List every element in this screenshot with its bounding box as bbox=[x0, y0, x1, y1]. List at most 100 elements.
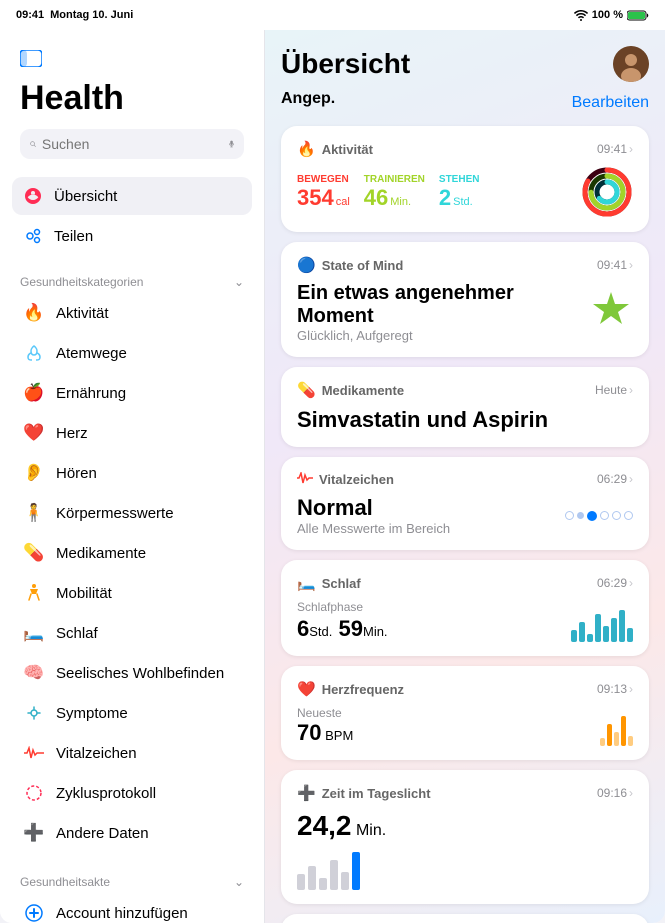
category-label-vitalzeichen: Vitalzeichen bbox=[56, 745, 137, 762]
med-title-row: 💊 Medikamente bbox=[297, 381, 404, 399]
categories-header-label: Gesundheitskategorien bbox=[20, 275, 143, 289]
schlaf-card[interactable]: 🛏️ Schlaf 06:29 › Schlafphase 6Std. 59Mi… bbox=[281, 560, 649, 656]
category-item-ernaehrung[interactable]: 🍎 Ernährung bbox=[12, 373, 252, 413]
aktivitaet-icon: 🔥 bbox=[22, 301, 46, 325]
activity-rings bbox=[581, 166, 633, 218]
teilen-icon bbox=[22, 225, 44, 247]
category-label-symptome: Symptome bbox=[56, 705, 128, 722]
bewegen-value: 354cal bbox=[297, 185, 350, 211]
category-label-zyklusprotokoll: Zyklusprotokoll bbox=[56, 785, 156, 802]
medikamente-card[interactable]: 💊 Medikamente Heute › Simvastatin und As… bbox=[281, 367, 649, 447]
schlaf-bar-1 bbox=[571, 630, 577, 642]
status-bar: 09:41 Montag 10. Juni 100 % bbox=[0, 0, 665, 30]
stehen-stat: Stehen 2Std. bbox=[439, 174, 480, 211]
schlaf-time: 06:29 › bbox=[597, 576, 633, 590]
zeit-chevron-icon: › bbox=[629, 786, 633, 800]
battery-icon bbox=[627, 10, 649, 21]
aktivitaet-card-title: Aktivität bbox=[322, 142, 373, 157]
microphone-icon[interactable] bbox=[229, 136, 234, 152]
herzfrequenz-card[interactable]: ❤️ Herzfrequenz 09:13 › Neueste 70 BPM bbox=[281, 666, 649, 760]
zeit-card[interactable]: ➕ Zeit im Tageslicht 09:16 › 24,2 Min. bbox=[281, 770, 649, 904]
hz-bar-4 bbox=[621, 716, 626, 746]
main-header: Übersicht bbox=[281, 46, 649, 82]
sidebar-item-teilen-label: Teilen bbox=[54, 228, 93, 245]
med-card-header: 💊 Medikamente Heute › bbox=[297, 381, 633, 399]
category-item-schlaf[interactable]: 🛏️ Schlaf bbox=[12, 613, 252, 653]
category-label-hoeren: Hören bbox=[56, 465, 97, 482]
search-input[interactable] bbox=[42, 136, 223, 152]
category-item-seelisches[interactable]: 🧠 Seelisches Wohlbefinden bbox=[12, 653, 252, 693]
status-left: 09:41 Montag 10. Juni bbox=[16, 9, 133, 21]
hz-chart bbox=[600, 710, 633, 746]
category-item-koerpermesswerte[interactable]: 🧍 Körpermesswerte bbox=[12, 493, 252, 533]
category-list: 🔥 Aktivität Atemwege 🍎 Ernährung ❤️ bbox=[0, 293, 264, 853]
atemwege-icon bbox=[22, 341, 46, 365]
sidebar-item-uebersicht-label: Übersicht bbox=[54, 188, 117, 205]
category-item-vitalzeichen[interactable]: Vitalzeichen bbox=[12, 733, 252, 773]
sidebar-item-uebersicht[interactable]: Übersicht bbox=[12, 177, 252, 215]
zyklusprotokoll-icon bbox=[22, 781, 46, 805]
categories-chevron-icon[interactable]: ⌄ bbox=[234, 275, 244, 289]
hz-label: Neueste bbox=[297, 706, 353, 720]
status-right: 100 % bbox=[574, 9, 649, 21]
category-item-zyklusprotokoll[interactable]: Zyklusprotokoll bbox=[12, 773, 252, 813]
app-container: Health bbox=[0, 30, 665, 923]
category-label-seelisches: Seelisches Wohlbefinden bbox=[56, 665, 224, 682]
schlaf-chart bbox=[571, 606, 633, 642]
category-item-aktivitaet[interactable]: 🔥 Aktivität bbox=[12, 293, 252, 333]
category-item-hoeren[interactable]: 👂 Hören bbox=[12, 453, 252, 493]
avatar[interactable] bbox=[613, 46, 649, 82]
search-icon bbox=[30, 137, 36, 151]
aktivitaet-chevron-icon: › bbox=[629, 142, 633, 156]
category-label-aktivitaet: Aktivität bbox=[56, 305, 109, 322]
vital-time: 06:29 › bbox=[597, 472, 633, 486]
sidebar-toggle-icon[interactable] bbox=[20, 50, 244, 72]
som-headline: Ein etwas angenehmer Moment bbox=[297, 282, 589, 328]
sidebar-header: Health bbox=[0, 30, 264, 167]
schlaf-card-body: Schlafphase 6Std. 59Min. bbox=[297, 600, 633, 642]
aktivitaet-card[interactable]: 🔥 Aktivität 09:41 › Bewegen 354cal bbox=[281, 126, 649, 232]
aktivitaet-title-row: 🔥 Aktivität bbox=[297, 140, 373, 158]
trainieren-value: 46Min. bbox=[364, 185, 425, 211]
herz-icon: ❤️ bbox=[22, 421, 46, 445]
category-item-herz[interactable]: ❤️ Herz bbox=[12, 413, 252, 453]
vitalzeichen-card[interactable]: Vitalzeichen 06:29 › Normal Alle Messwer… bbox=[281, 457, 649, 550]
category-item-andere[interactable]: ➕ Andere Daten bbox=[12, 813, 252, 853]
aktivitaet-card-body: Bewegen 354cal Trainieren 46Min. Stehen bbox=[297, 166, 633, 218]
vital-dot-5 bbox=[612, 511, 621, 520]
aktivitaet-time: 09:41 › bbox=[597, 142, 633, 156]
hz-bar-3 bbox=[614, 732, 619, 746]
account-item[interactable]: Account hinzufügen bbox=[12, 893, 252, 923]
med-card-title: Medikamente bbox=[322, 383, 404, 398]
vital-card-body: Normal Alle Messwerte im Bereich bbox=[297, 495, 633, 536]
sidebar-item-teilen[interactable]: Teilen bbox=[12, 217, 252, 255]
trainieren-stat: Trainieren 46Min. bbox=[364, 174, 425, 211]
stehen-value: 2Std. bbox=[439, 185, 480, 211]
all-data-link[interactable]: ❤️ Alle Gesundheitsdaten anzeigen › bbox=[281, 914, 649, 923]
vital-dots bbox=[565, 511, 633, 521]
pinned-header: Angep. Bearbeiten bbox=[281, 90, 649, 116]
koerpermesswerte-icon: 🧍 bbox=[22, 501, 46, 525]
som-title-row: 🔵 State of Mind bbox=[297, 256, 403, 274]
zeit-card-header: ➕ Zeit im Tageslicht 09:16 › bbox=[297, 784, 633, 802]
gesundheitsakte-chevron-icon[interactable]: ⌄ bbox=[234, 875, 244, 889]
vitalzeichen-cat-icon bbox=[22, 741, 46, 765]
category-item-medikamente[interactable]: 💊 Medikamente bbox=[12, 533, 252, 573]
hoeren-icon: 👂 bbox=[22, 461, 46, 485]
sidebar-title: Health bbox=[20, 80, 244, 117]
andere-icon: ➕ bbox=[22, 821, 46, 845]
vital-title-row: Vitalzeichen bbox=[297, 471, 394, 487]
category-item-symptome[interactable]: Symptome bbox=[12, 693, 252, 733]
category-label-ernaehrung: Ernährung bbox=[56, 385, 126, 402]
edit-button[interactable]: Bearbeiten bbox=[572, 94, 649, 112]
search-bar[interactable] bbox=[20, 129, 244, 159]
vital-headline: Normal bbox=[297, 495, 450, 521]
vital-sub: Alle Messwerte im Bereich bbox=[297, 521, 450, 536]
state-of-mind-card[interactable]: 🔵 State of Mind 09:41 › Ein etwas angene… bbox=[281, 242, 649, 357]
gesundheitsakte-header: Gesundheitsakte ⌄ bbox=[0, 869, 264, 893]
category-label-medikamente: Medikamente bbox=[56, 545, 146, 562]
category-item-mobilitaet[interactable]: Mobilität bbox=[12, 573, 252, 613]
category-item-atemwege[interactable]: Atemwege bbox=[12, 333, 252, 373]
status-time: 09:41 bbox=[16, 9, 44, 21]
zeit-bar-2 bbox=[308, 866, 316, 890]
